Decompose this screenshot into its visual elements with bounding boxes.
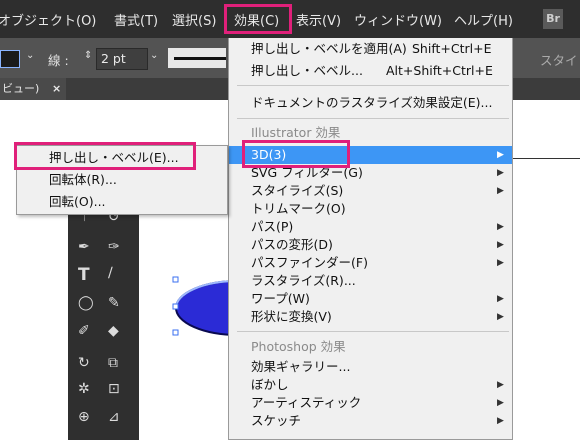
style-label: スタイ <box>540 53 578 68</box>
chevron-right-icon: ▶ <box>497 380 504 390</box>
chevron-right-icon: ▶ <box>497 312 504 322</box>
chevron-right-icon: ▶ <box>497 222 504 232</box>
menu-item-convert-to-shape[interactable]: 形状に変換(V) ▶ <box>229 308 512 326</box>
menu-item-label: 押し出し・ベベル... <box>251 63 363 78</box>
menu-item-label: パスファインダー(F) <box>251 255 368 270</box>
menu-item-label: スタイライズ(S) <box>251 183 344 198</box>
puppet-warp-icon[interactable]: ✲ <box>78 381 90 397</box>
menu-item-label: 押し出し・ベベルを適用(A) <box>251 41 407 56</box>
stroke-stepper-icon[interactable]: ⇕ <box>84 50 92 61</box>
submenu-item-label: 回転(O)... <box>49 194 106 209</box>
bridge-button[interactable]: Br <box>543 9 563 29</box>
fill-swatch[interactable] <box>0 50 20 68</box>
menu-section-label: Photoshop 効果 <box>251 339 346 354</box>
chevron-right-icon: ▶ <box>497 294 504 304</box>
menu-select[interactable]: 選択(S) <box>172 10 216 29</box>
pen-icon[interactable]: ✒ <box>78 239 90 255</box>
highlight-box-effect-menu <box>224 4 292 34</box>
submenu-item-revolve[interactable]: 回転体(R)... <box>17 170 227 190</box>
menu-item-label: スケッチ <box>251 413 302 428</box>
curvature-icon[interactable]: ✑ <box>108 239 120 255</box>
stroke-weight-field[interactable]: 2 pt <box>96 48 148 70</box>
menu-item-last-effect[interactable]: 押し出し・ベベル... Alt+Shift+Ctrl+E <box>229 62 512 80</box>
highlight-box-3d <box>242 140 350 168</box>
menu-item-stylize[interactable]: スタイライズ(S) ▶ <box>229 182 512 200</box>
perspective-grid-icon[interactable]: ⊿ <box>108 409 120 425</box>
free-transform-icon[interactable]: ⊡ <box>108 381 120 397</box>
menu-window[interactable]: ウィンドウ(W) <box>354 10 442 29</box>
stroke-label: 線 : <box>48 53 69 68</box>
fill-dropdown-icon[interactable]: ⌄ <box>26 50 34 61</box>
menu-help[interactable]: ヘルプ(H) <box>454 10 513 29</box>
menu-type[interactable]: 書式(T) <box>114 10 158 29</box>
submenu-item-label: 回転体(R)... <box>49 172 117 187</box>
menu-separator <box>237 331 509 332</box>
stroke-weight-dropdown-icon[interactable]: ⌄ <box>150 50 158 61</box>
menu-item-distort-transform[interactable]: パスの変形(D) ▶ <box>229 236 512 254</box>
menu-item-label: パス(P) <box>251 219 294 234</box>
menu-item-label: ワープ(W) <box>251 291 310 306</box>
submenu-item-rotate[interactable]: 回転(O)... <box>17 192 227 212</box>
chevron-right-icon: ▶ <box>497 416 504 426</box>
menu-item-label: ラスタライズ(R)... <box>251 273 356 288</box>
document-tab[interactable]: ビュー) × <box>0 78 66 100</box>
stroke-profile-line <box>174 57 226 60</box>
chevron-right-icon: ▶ <box>497 258 504 268</box>
menu-item-label: トリムマーク(O) <box>251 201 346 216</box>
chevron-right-icon: ▶ <box>497 150 504 160</box>
menu-item-effect-gallery[interactable]: 効果ギャラリー... <box>229 358 512 376</box>
guide-line <box>513 158 580 159</box>
menu-item-label: ぼかし <box>251 377 289 392</box>
stroke-weight-value: 2 pt <box>101 51 126 66</box>
type-icon[interactable]: T <box>78 265 90 285</box>
menu-item-label: 効果ギャラリー... <box>251 359 351 374</box>
menu-item-blur[interactable]: ぼかし ▶ <box>229 376 512 394</box>
line-segment-icon[interactable]: ∕ <box>108 265 113 281</box>
shape-builder-icon[interactable]: ⊕ <box>78 409 90 425</box>
menu-separator <box>237 118 509 119</box>
menu-section-photoshop-effects: Photoshop 効果 <box>229 338 512 356</box>
tools-panel: ⚚ ↺ ✒ ✑ T ∕ ◯ ✎ ✐ ◆ ↻ ⧉ ✲ ⊡ ⊕ ⊿ <box>68 189 139 440</box>
menu-object[interactable]: オブジェクト(O) <box>0 10 96 29</box>
chevron-right-icon: ▶ <box>497 168 504 178</box>
ellipse-icon[interactable]: ◯ <box>78 295 94 311</box>
menu-item-shortcut: Shift+Ctrl+E <box>412 41 492 56</box>
close-icon[interactable]: × <box>52 78 61 100</box>
shaper-icon[interactable]: ✐ <box>78 323 90 339</box>
menu-item-sketch[interactable]: スケッチ ▶ <box>229 412 512 430</box>
menu-item-warp[interactable]: ワープ(W) ▶ <box>229 290 512 308</box>
eraser-icon[interactable]: ◆ <box>108 323 119 339</box>
menu-item-path[interactable]: パス(P) ▶ <box>229 218 512 236</box>
menu-view[interactable]: 表示(V) <box>296 10 341 29</box>
effect-menu-dropdown: 押し出し・ベベルを適用(A) Shift+Ctrl+E 押し出し・ベベル... … <box>228 38 513 440</box>
highlight-box-extrude-bevel <box>14 142 196 170</box>
menu-item-rasterize[interactable]: ラスタライズ(R)... <box>229 272 512 290</box>
menu-item-document-raster-settings[interactable]: ドキュメントのラスタライズ効果設定(E)... <box>229 94 512 112</box>
menu-item-trim-marks[interactable]: トリムマーク(O) <box>229 200 512 218</box>
menu-item-label: アーティスティック <box>251 395 362 410</box>
menu-item-apply-last-effect[interactable]: 押し出し・ベベルを適用(A) Shift+Ctrl+E <box>229 40 512 58</box>
stroke-profile-preview[interactable] <box>168 48 226 68</box>
menu-item-label: パスの変形(D) <box>251 237 333 252</box>
rotate-icon[interactable]: ↻ <box>78 355 90 371</box>
chevron-right-icon: ▶ <box>497 186 504 196</box>
scale-icon[interactable]: ⧉ <box>108 355 118 371</box>
menu-separator <box>237 85 509 86</box>
chevron-right-icon: ▶ <box>497 398 504 408</box>
menu-item-label: ドキュメントのラスタライズ効果設定(E)... <box>251 95 493 110</box>
menu-item-shortcut: Alt+Shift+Ctrl+E <box>386 63 493 78</box>
paintbrush-icon[interactable]: ✎ <box>108 295 120 311</box>
menu-item-artistic[interactable]: アーティスティック ▶ <box>229 394 512 412</box>
menu-item-label: 形状に変換(V) <box>251 309 332 324</box>
chevron-right-icon: ▶ <box>497 240 504 250</box>
document-tab-title: ビュー) <box>2 82 40 95</box>
menu-item-pathfinder[interactable]: パスファインダー(F) ▶ <box>229 254 512 272</box>
